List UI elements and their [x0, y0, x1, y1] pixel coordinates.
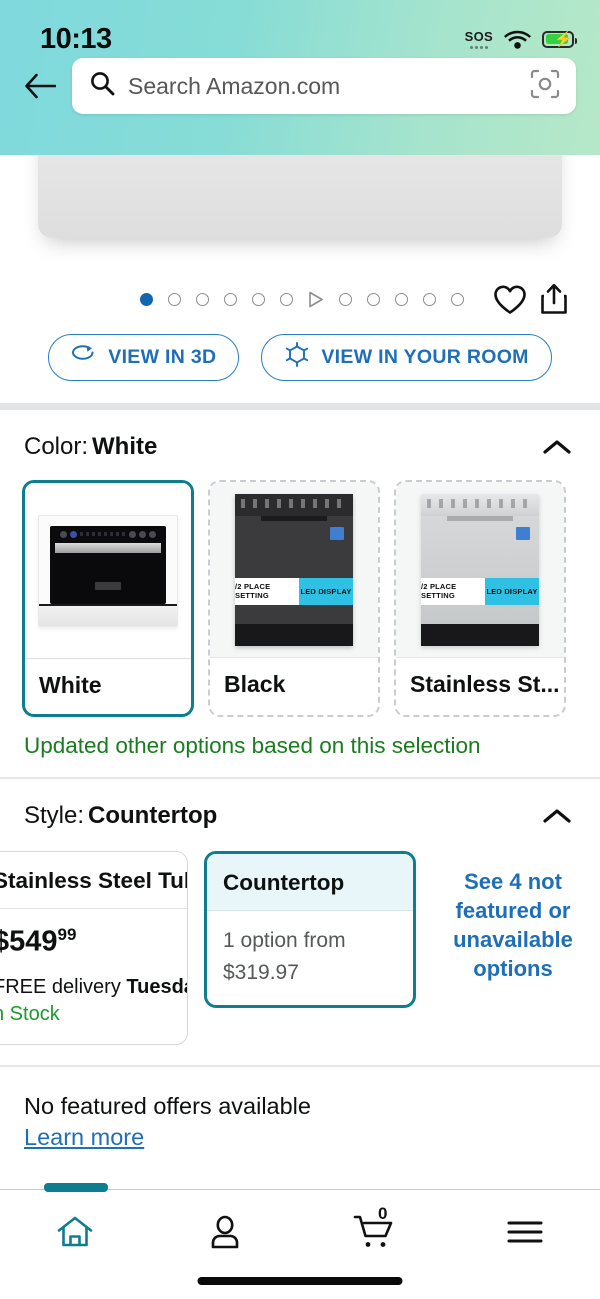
- carousel-controls: [0, 270, 600, 320]
- active-tab-indicator: [44, 1183, 108, 1192]
- carousel-dot[interactable]: [367, 292, 380, 306]
- swatch-label-white: White: [25, 658, 191, 714]
- share-button[interactable]: [532, 277, 576, 321]
- color-section-title: Color: White: [24, 433, 157, 461]
- color-update-note: Updated other options based on this sele…: [24, 733, 481, 758]
- view-in-3d-label: VIEW IN 3D: [108, 346, 217, 368]
- hamburger-menu-icon: [507, 1219, 543, 1250]
- style-card-body: $54999 FREE delivery Tuesday n Stock: [0, 909, 187, 1045]
- cart-icon: [353, 1213, 397, 1256]
- color-section: Color: White White /2 PLACE SETTING LED …: [0, 410, 600, 777]
- nav-item-home[interactable]: [0, 1206, 150, 1262]
- wifi-icon: [504, 29, 531, 49]
- led-display-label: LED DISPLAY: [299, 577, 353, 605]
- carousel-dot[interactable]: [423, 292, 436, 306]
- style-value: Countertop: [88, 801, 218, 829]
- amazon-product-page: 10:13 SOS ⚡ Search Amazon.com VIEW IN 3D…: [0, 0, 600, 1299]
- product-image-carousel[interactable]: [0, 155, 600, 270]
- chevron-up-icon[interactable]: [540, 799, 574, 833]
- style-section-title: Style: Countertop: [24, 802, 217, 830]
- color-label: Color:: [24, 433, 89, 460]
- color-swatch-white[interactable]: White: [22, 480, 194, 717]
- favorite-button[interactable]: [488, 277, 532, 321]
- search-input[interactable]: Search Amazon.com: [128, 73, 517, 100]
- bottom-navigation-bar: 0: [0, 1183, 600, 1299]
- style-section: Style:Countertop Stainless Steel Tub $54…: [0, 778, 600, 1066]
- place-setting-label: /2 PLACE SETTING: [235, 577, 299, 605]
- view-in-your-room-button[interactable]: VIEW IN YOUR ROOM: [261, 334, 552, 381]
- style-card-from-price: $319.97: [223, 960, 299, 984]
- style-section-header[interactable]: Style: Countertop: [0, 779, 600, 845]
- camera-scan-icon[interactable]: [530, 69, 560, 104]
- sos-icon: SOS: [465, 29, 493, 49]
- sos-label: SOS: [464, 29, 493, 44]
- app-header: 10:13 SOS ⚡ Search Amazon.com: [0, 0, 600, 155]
- swatch-label-black: Black: [210, 657, 378, 713]
- swatch-image-black: /2 PLACE SETTING LED DISPLAY: [210, 482, 378, 657]
- style-option-list[interactable]: Stainless Steel Tub $54999 FREE delivery…: [0, 845, 600, 1066]
- carousel-dot[interactable]: [339, 292, 352, 306]
- color-swatch-stainless-steel[interactable]: /2 PLACE SETTING LED DISPLAY Stainless S…: [394, 480, 566, 717]
- chevron-up-icon[interactable]: [540, 430, 574, 464]
- place-setting-label: /2 PLACE SETTING: [421, 577, 485, 605]
- style-card-stock: n Stock: [0, 1003, 60, 1026]
- style-card-countertop[interactable]: Countertop 1 option from $319.97: [204, 850, 416, 1009]
- see-unavailable-options-link[interactable]: See 4 not featured or unavailable option…: [432, 851, 600, 983]
- search-row: Search Amazon.com: [0, 58, 600, 114]
- learn-more-link[interactable]: Learn more: [24, 1124, 144, 1151]
- style-card-title: Stainless Steel Tub: [0, 852, 187, 909]
- carousel-dots[interactable]: [140, 291, 488, 308]
- style-card-option-count: 1 option from: [223, 928, 346, 952]
- style-label: Style:: [24, 801, 85, 829]
- home-indicator: [197, 1277, 403, 1285]
- nav-item-account[interactable]: [150, 1206, 300, 1262]
- carousel-dot[interactable]: [224, 292, 237, 306]
- carousel-dot[interactable]: [451, 292, 464, 306]
- status-bar-clock: 10:13: [40, 22, 112, 55]
- offers-section: No featured offers available Learn more: [0, 1067, 600, 1161]
- play-video-icon[interactable]: [308, 291, 324, 308]
- back-button[interactable]: [18, 64, 62, 108]
- section-divider: [0, 403, 600, 410]
- ar-buttons: VIEW IN 3D VIEW IN YOUR ROOM: [0, 320, 600, 403]
- view-in-room-label: VIEW IN YOUR ROOM: [321, 346, 529, 368]
- search-bar[interactable]: Search Amazon.com: [72, 58, 576, 114]
- style-card-title: Countertop: [207, 853, 413, 911]
- status-bar-indicators: SOS ⚡: [465, 29, 577, 49]
- battery-charging-icon: ⚡: [542, 30, 577, 48]
- carousel-dot[interactable]: [252, 292, 265, 306]
- style-card-price: $54999: [0, 924, 77, 958]
- led-display-label: LED DISPLAY: [485, 577, 539, 605]
- carousel-dot[interactable]: [196, 292, 209, 306]
- color-value: White: [92, 433, 158, 460]
- rotate-3d-icon: [71, 345, 97, 370]
- status-bar: 10:13 SOS ⚡: [0, 0, 600, 58]
- carousel-dot[interactable]: [280, 292, 293, 306]
- nav-item-cart[interactable]: 0: [300, 1204, 450, 1262]
- search-icon: [90, 71, 115, 101]
- swatch-image-stainless: /2 PLACE SETTING LED DISPLAY: [396, 482, 564, 657]
- view-in-3d-button[interactable]: VIEW IN 3D: [48, 334, 240, 381]
- color-swatch-list[interactable]: White /2 PLACE SETTING LED DISPLAY Black…: [0, 476, 600, 717]
- style-card-stainless-steel-tub[interactable]: Stainless Steel Tub $54999 FREE delivery…: [0, 850, 188, 1046]
- swatch-label-stainless: Stainless St...: [396, 657, 564, 713]
- no-offers-message: No featured offers available: [24, 1092, 311, 1119]
- style-card-body: 1 option from $319.97: [207, 911, 413, 1006]
- swatch-image-white: [25, 483, 191, 658]
- person-icon: [207, 1214, 243, 1255]
- style-card-delivery: FREE delivery Tuesday: [0, 976, 187, 999]
- ar-cube-icon: [284, 341, 310, 374]
- carousel-dot[interactable]: [395, 292, 408, 306]
- carousel-dot[interactable]: [140, 292, 153, 306]
- nav-item-menu[interactable]: [450, 1206, 600, 1262]
- carousel-dot[interactable]: [168, 292, 181, 306]
- color-section-header[interactable]: Color: White: [0, 410, 600, 476]
- cart-badge-count: 0: [378, 1204, 388, 1223]
- product-hero-image[interactable]: [38, 155, 562, 238]
- home-icon: [56, 1215, 94, 1254]
- color-swatch-black[interactable]: /2 PLACE SETTING LED DISPLAY Black: [208, 480, 380, 717]
